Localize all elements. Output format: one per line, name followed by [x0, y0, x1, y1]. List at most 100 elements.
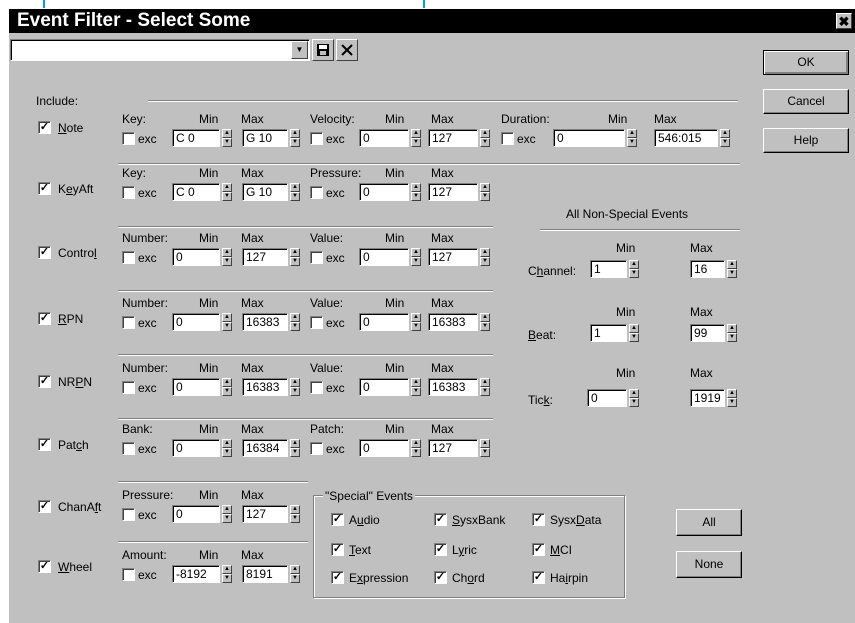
patch-patch-max-field-spinner-up-icon[interactable]: ▲ [480, 439, 490, 448]
nrpn-number-min-field-spinner-down-icon[interactable]: ▼ [222, 387, 232, 396]
ns-tick-max-field-spinner-up-icon[interactable]: ▲ [727, 389, 737, 398]
rpn-value-max-field[interactable]: 16383 [428, 313, 478, 331]
ns-channel-max-field-spinner[interactable]: ▲ ▼ [727, 260, 737, 278]
wheel-amount-min-field-spinner-up-icon[interactable]: ▲ [222, 565, 232, 574]
nrpn-value-min-field-spinner-down-icon[interactable]: ▼ [411, 387, 421, 396]
ns-beat-min-field-spinner-up-icon[interactable]: ▲ [629, 324, 639, 333]
nrpn-number-max-field-spinner[interactable]: ▲ ▼ [290, 378, 300, 396]
nrpn-number-min-field[interactable]: 0 [172, 378, 220, 396]
patch-bank-min-field-spinner[interactable]: ▲ ▼ [222, 439, 232, 457]
patch-patch-min-field-spinner-up-icon[interactable]: ▲ [411, 439, 421, 448]
keyaft-key-min-field[interactable]: C 0 [172, 183, 220, 201]
keyaft-pressure-max-field-spinner[interactable]: ▲ ▼ [480, 183, 490, 201]
rpn-value-min-field-spinner-up-icon[interactable]: ▲ [411, 313, 421, 322]
nrpn-value-exc-checkbox[interactable] [310, 381, 323, 394]
note-duration-max-field-spinner-up-icon[interactable]: ▲ [720, 129, 730, 138]
ns-beat-max-field[interactable]: 99 [690, 324, 725, 342]
note-duration-max-field-spinner[interactable]: ▲ ▼ [720, 129, 730, 147]
ns-channel-max-field-spinner-down-icon[interactable]: ▼ [727, 269, 737, 278]
ns-tick-max-field[interactable]: 1919 [690, 389, 725, 407]
note-duration-min-field[interactable]: 0 [553, 129, 625, 147]
chanaft-pressure-min-field-spinner-down-icon[interactable]: ▼ [222, 514, 232, 523]
note-duration-max-field[interactable]: 546:015 [654, 129, 718, 147]
nrpn-number-min-field-spinner[interactable]: ▲ ▼ [222, 378, 232, 396]
rpn-value-min-field-spinner[interactable]: ▲ ▼ [411, 313, 421, 331]
control-number-exc-checkbox[interactable] [122, 251, 135, 264]
patch-bank-min-field[interactable]: 0 [172, 439, 220, 457]
nrpn-value-max-field-spinner-down-icon[interactable]: ▼ [480, 387, 490, 396]
rpn-value-max-field-spinner[interactable]: ▲ ▼ [480, 313, 490, 331]
note-key-max-field-spinner[interactable]: ▲ ▼ [290, 129, 300, 147]
rpn-value-min-field[interactable]: 0 [359, 313, 409, 331]
include-checkbox-5[interactable]: ✓ [38, 438, 51, 451]
rpn-number-min-field-spinner-down-icon[interactable]: ▼ [222, 322, 232, 331]
patch-patch-min-field[interactable]: 0 [359, 439, 409, 457]
control-value-max-field-spinner-down-icon[interactable]: ▼ [480, 257, 490, 266]
control-number-max-field-spinner[interactable]: ▲ ▼ [290, 248, 300, 266]
patch-bank-max-field-spinner-down-icon[interactable]: ▼ [290, 448, 300, 457]
patch-bank-min-field-spinner-down-icon[interactable]: ▼ [222, 448, 232, 457]
note-velocity-min-field-spinner-down-icon[interactable]: ▼ [411, 138, 421, 147]
note-key-max-field[interactable]: G 10 [242, 129, 288, 147]
control-number-min-field-spinner-down-icon[interactable]: ▼ [222, 257, 232, 266]
note-velocity-min-field-spinner-up-icon[interactable]: ▲ [411, 129, 421, 138]
patch-patch-exc-checkbox[interactable] [310, 442, 323, 455]
ns-channel-min-field[interactable]: 1 [590, 260, 627, 278]
note-velocity-min-field[interactable]: 0 [359, 129, 409, 147]
ns-tick-max-field-spinner-down-icon[interactable]: ▼ [727, 398, 737, 407]
ok-button[interactable]: OK [763, 50, 849, 75]
ns-beat-min-field[interactable]: 1 [590, 324, 627, 342]
include-checkbox-4[interactable]: ✓ [38, 375, 51, 388]
ns-beat-max-field-spinner-down-icon[interactable]: ▼ [727, 333, 737, 342]
control-number-min-field-spinner-up-icon[interactable]: ▲ [222, 248, 232, 257]
patch-bank-min-field-spinner-up-icon[interactable]: ▲ [222, 439, 232, 448]
all-button[interactable]: All [676, 509, 742, 536]
wheel-amount-exc-checkbox[interactable] [122, 568, 135, 581]
rpn-number-min-field[interactable]: 0 [172, 313, 220, 331]
note-key-exc-checkbox[interactable] [122, 132, 135, 145]
note-velocity-max-field[interactable]: 127 [428, 129, 478, 147]
note-key-min-field-spinner-down-icon[interactable]: ▼ [222, 138, 232, 147]
patch-bank-max-field-spinner-up-icon[interactable]: ▲ [290, 439, 300, 448]
nrpn-value-max-field-spinner-up-icon[interactable]: ▲ [480, 378, 490, 387]
control-number-min-field[interactable]: 0 [172, 248, 220, 266]
keyaft-key-min-field-spinner[interactable]: ▲ ▼ [222, 183, 232, 201]
help-button[interactable]: Help [763, 128, 849, 153]
ns-channel-min-field-spinner-down-icon[interactable]: ▼ [629, 269, 639, 278]
ns-tick-min-field-spinner-up-icon[interactable]: ▲ [629, 389, 639, 398]
nrpn-number-min-field-spinner-up-icon[interactable]: ▲ [222, 378, 232, 387]
patch-bank-max-field-spinner[interactable]: ▲ ▼ [290, 439, 300, 457]
ns-channel-min-field-spinner[interactable]: ▲ ▼ [629, 260, 639, 278]
ns-beat-max-field-spinner[interactable]: ▲ ▼ [727, 324, 737, 342]
keyaft-pressure-exc-checkbox[interactable] [310, 186, 323, 199]
keyaft-pressure-min-field-spinner-down-icon[interactable]: ▼ [411, 192, 421, 201]
patch-patch-min-field-spinner-down-icon[interactable]: ▼ [411, 448, 421, 457]
rpn-number-min-field-spinner[interactable]: ▲ ▼ [222, 313, 232, 331]
control-value-max-field[interactable]: 127 [428, 248, 478, 266]
keyaft-key-max-field[interactable]: G 10 [242, 183, 288, 201]
rpn-value-max-field-spinner-down-icon[interactable]: ▼ [480, 322, 490, 331]
wheel-amount-max-field-spinner[interactable]: ▲ ▼ [290, 565, 300, 583]
note-key-max-field-spinner-up-icon[interactable]: ▲ [290, 129, 300, 138]
control-number-max-field[interactable]: 127 [242, 248, 288, 266]
wheel-amount-min-field[interactable]: -8192 [172, 565, 220, 583]
note-key-max-field-spinner-down-icon[interactable]: ▼ [290, 138, 300, 147]
control-value-min-field-spinner-up-icon[interactable]: ▲ [411, 248, 421, 257]
nrpn-value-min-field[interactable]: 0 [359, 378, 409, 396]
keyaft-pressure-min-field-spinner-up-icon[interactable]: ▲ [411, 183, 421, 192]
control-value-min-field-spinner-down-icon[interactable]: ▼ [411, 257, 421, 266]
control-value-exc-checkbox[interactable] [310, 251, 323, 264]
keyaft-key-min-field-spinner-down-icon[interactable]: ▼ [222, 192, 232, 201]
ns-beat-min-field-spinner-down-icon[interactable]: ▼ [629, 333, 639, 342]
nrpn-value-min-field-spinner-up-icon[interactable]: ▲ [411, 378, 421, 387]
keyaft-key-max-field-spinner[interactable]: ▲ ▼ [290, 183, 300, 201]
rpn-number-max-field-spinner-down-icon[interactable]: ▼ [290, 322, 300, 331]
control-value-min-field[interactable]: 0 [359, 248, 409, 266]
note-duration-min-field-spinner-up-icon[interactable]: ▲ [627, 129, 637, 138]
note-key-min-field-spinner[interactable]: ▲ ▼ [222, 129, 232, 147]
note-key-min-field[interactable]: C 0 [172, 129, 220, 147]
delete-preset-button[interactable] [336, 39, 358, 61]
nrpn-value-max-field[interactable]: 16383 [428, 378, 478, 396]
patch-patch-min-field-spinner[interactable]: ▲ ▼ [411, 439, 421, 457]
wheel-amount-max-field[interactable]: 8191 [242, 565, 288, 583]
